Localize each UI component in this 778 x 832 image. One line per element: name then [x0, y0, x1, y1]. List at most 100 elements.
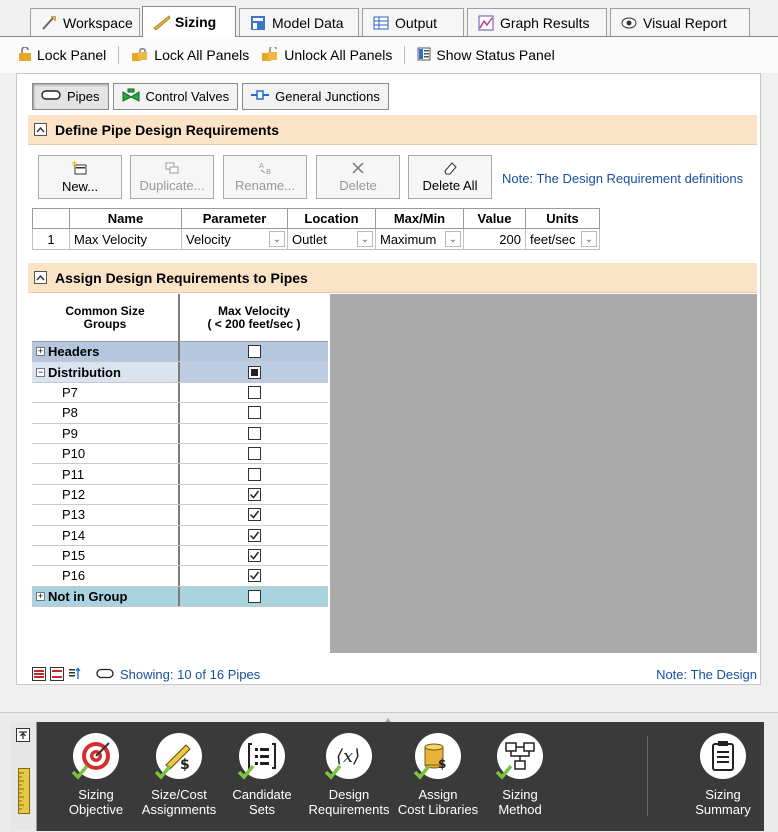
- nav-label-line2: Sets: [248, 802, 275, 817]
- nav-step-design-requirements[interactable]: ⟨x⟩ Design Requirements: [307, 733, 391, 817]
- splitter-handle[interactable]: [380, 711, 396, 722]
- nav-step-sizing-objective[interactable]: Sizing Objective: [54, 733, 138, 817]
- svg-text:B: B: [266, 168, 271, 175]
- collapse-icon[interactable]: [34, 123, 47, 136]
- requirement-checkbox[interactable]: [247, 528, 261, 542]
- subtab-pipes[interactable]: Pipes: [32, 83, 109, 110]
- tab-graph-results[interactable]: Graph Results: [467, 8, 607, 36]
- pipe-row: P13: [32, 505, 328, 526]
- maxmin-column-header[interactable]: Max/Min: [375, 208, 464, 229]
- pin-icon[interactable]: [16, 728, 30, 742]
- requirement-checkbox[interactable]: [247, 345, 261, 359]
- requirement-checkbox[interactable]: [247, 508, 261, 522]
- parameter-column-header[interactable]: Parameter: [181, 208, 288, 229]
- pipe-row: P10: [32, 443, 328, 465]
- lock-panel-button[interactable]: Lock Panel: [14, 45, 110, 66]
- tab-model-data-label: Model Data: [272, 14, 344, 31]
- new-requirement-label: New...: [61, 179, 99, 194]
- expand-toggle-icon[interactable]: +: [36, 347, 45, 357]
- group-name-cell: P13: [32, 505, 180, 525]
- pipe-row: P16: [32, 566, 328, 587]
- checkmark-icon: [495, 764, 513, 783]
- name-column-header[interactable]: Name: [69, 208, 182, 229]
- lock-all-panels-button[interactable]: Lock All Panels: [127, 45, 253, 66]
- subtab-general-junctions[interactable]: General Junctions: [242, 83, 389, 110]
- row-index: 1: [32, 228, 70, 250]
- collapse-all-icon[interactable]: [50, 667, 64, 681]
- delete-requirement-button[interactable]: Delete: [316, 155, 400, 199]
- nav-divider: [647, 736, 648, 816]
- requirement-name-cell[interactable]: Max Velocity: [69, 228, 182, 250]
- maxmin-dropdown[interactable]: Maximum ⌄: [375, 228, 464, 250]
- requirement-check-cell: [180, 586, 328, 607]
- new-requirement-button[interactable]: New...: [38, 155, 122, 199]
- requirement-checkbox[interactable]: [247, 487, 261, 501]
- row-label: P8: [62, 405, 78, 421]
- define-requirements-header[interactable]: Define Pipe Design Requirements: [28, 115, 757, 145]
- location-dropdown[interactable]: Outlet ⌄: [287, 228, 376, 250]
- nav-step-sizing-summary[interactable]: Sizing Summary: [681, 733, 765, 817]
- row-label: Distribution: [48, 364, 121, 380]
- delete-icon: [351, 161, 365, 178]
- subtab-control-valves[interactable]: Control Valves: [112, 83, 239, 110]
- duplicate-requirement-label: Duplicate...: [139, 178, 205, 193]
- duplicate-requirement-button[interactable]: Duplicate...: [130, 155, 214, 199]
- tab-sizing[interactable]: Sizing: [142, 6, 236, 37]
- nav-step-sizing-method[interactable]: Sizing Method: [478, 733, 562, 817]
- nav-label-line1: Sizing: [705, 787, 741, 802]
- group-name-cell[interactable]: + Not in Group: [32, 586, 180, 607]
- pipe-row: P11: [32, 464, 328, 485]
- nav-step-assign-cost-libraries[interactable]: $ Assign Cost Libraries: [396, 733, 480, 817]
- chevron-down-icon[interactable]: ⌄: [445, 231, 461, 247]
- tab-visual-report[interactable]: Visual Report: [610, 8, 750, 36]
- value-column-header[interactable]: Value: [463, 208, 526, 229]
- requirement-checkbox[interactable]: [247, 385, 261, 399]
- value-cell[interactable]: 200: [463, 228, 526, 250]
- main-tab-bar: Workspace Sizing Model Data Output Graph…: [0, 0, 778, 37]
- requirement-checkbox[interactable]: [247, 365, 261, 379]
- expand-all-icon[interactable]: [32, 667, 46, 681]
- collapse-toggle-icon[interactable]: −: [36, 367, 45, 377]
- collapse-icon[interactable]: [34, 271, 47, 284]
- svg-text:$: $: [438, 757, 446, 771]
- requirement-checkbox[interactable]: [247, 549, 261, 563]
- group-name-cell[interactable]: − Distribution: [32, 362, 180, 382]
- checkmark-icon: [237, 764, 255, 783]
- parameter-dropdown[interactable]: Velocity ⌄: [181, 228, 288, 250]
- tab-workspace[interactable]: Workspace: [30, 8, 140, 36]
- row-label: P13: [62, 507, 86, 523]
- rename-requirement-button[interactable]: AB Rename...: [223, 155, 307, 199]
- requirements-header-row: Name Parameter Location Max/Min Value Un…: [32, 208, 600, 229]
- tab-visual-report-label: Visual Report: [643, 14, 727, 31]
- requirement-checkbox[interactable]: [247, 589, 261, 603]
- requirement-checkbox[interactable]: [247, 467, 261, 481]
- location-column-header[interactable]: Location: [287, 208, 376, 229]
- nav-label-line2: Objective: [68, 802, 124, 817]
- chevron-down-icon[interactable]: ⌄: [581, 231, 597, 247]
- show-status-panel-button[interactable]: Show Status Panel: [413, 45, 558, 66]
- general-junction-icon: [251, 89, 270, 104]
- chevron-down-icon[interactable]: ⌄: [269, 231, 285, 247]
- unlock-all-panels-button[interactable]: Unlock All Panels: [257, 44, 396, 66]
- row-label: Headers: [48, 344, 100, 360]
- tab-output[interactable]: Output: [362, 8, 464, 36]
- nav-label-line1: Design: [328, 787, 370, 802]
- units-dropdown[interactable]: feet/sec ⌄: [525, 228, 600, 250]
- tab-model-data[interactable]: Model Data: [239, 8, 359, 36]
- requirement-checkbox[interactable]: [247, 406, 261, 420]
- expand-toggle-icon[interactable]: +: [36, 591, 45, 601]
- tab-workspace-label: Workspace: [63, 14, 133, 31]
- chevron-down-icon[interactable]: ⌄: [357, 231, 373, 247]
- assign-requirements-header[interactable]: Assign Design Requirements to Pipes: [28, 263, 757, 293]
- requirement-checkbox[interactable]: [247, 426, 261, 440]
- requirement-checkbox[interactable]: [247, 447, 261, 461]
- pipe-row: P9: [32, 423, 328, 444]
- delete-all-requirements-button[interactable]: Delete All: [408, 155, 492, 199]
- group-name-cell[interactable]: + Headers: [32, 342, 180, 362]
- requirement-checkbox[interactable]: [247, 569, 261, 583]
- nav-step-size-cost-assignments[interactable]: $ Size/Cost Assignments: [137, 733, 221, 817]
- sort-icon[interactable]: [68, 667, 82, 681]
- group-row: − Distribution: [32, 362, 328, 383]
- nav-step-candidate-sets[interactable]: Candidate Sets: [220, 733, 304, 817]
- units-column-header[interactable]: Units: [525, 208, 600, 229]
